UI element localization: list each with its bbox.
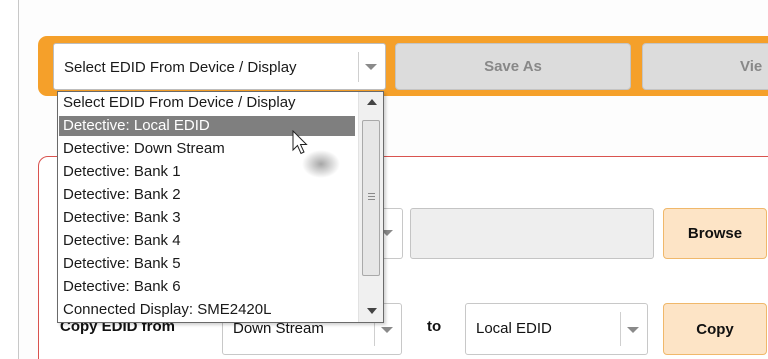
copy-to-select[interactable]: Local EDID xyxy=(465,303,648,355)
grip-icon xyxy=(368,193,375,194)
dropdown-option[interactable]: Detective: Bank 2 xyxy=(59,185,355,205)
edid-source-select[interactable]: Select EDID From Device / Display xyxy=(53,43,386,90)
edid-source-select-value: Select EDID From Device / Display xyxy=(64,59,297,76)
edid-manager-screen: Select EDID From Device / Display Save A… xyxy=(0,0,768,359)
edid-source-dropdown-list: Select EDID From Device / Display Detect… xyxy=(57,91,384,323)
dropdown-option[interactable]: Select EDID From Device / Display xyxy=(59,93,355,113)
dropdown-option[interactable]: Detective: Bank 4 xyxy=(59,231,355,251)
browse-button[interactable]: Browse xyxy=(663,208,767,259)
copy-button[interactable]: Copy xyxy=(663,303,767,355)
dropdown-option[interactable]: Detective: Bank 5 xyxy=(59,254,355,274)
dropdown-scrollbar[interactable] xyxy=(358,92,383,322)
scroll-up-arrow-icon[interactable] xyxy=(367,99,377,105)
chevron-down-icon[interactable] xyxy=(365,64,377,70)
to-label: to xyxy=(427,318,442,335)
scroll-down-arrow-icon[interactable] xyxy=(367,308,377,314)
view-button[interactable]: Vie xyxy=(642,43,768,90)
save-as-button[interactable]: Save As xyxy=(395,43,631,90)
file-path-field[interactable] xyxy=(410,208,654,259)
dropdown-option[interactable]: Detective: Bank 6 xyxy=(59,277,355,297)
copy-to-value: Local EDID xyxy=(476,320,552,337)
chevron-down-icon[interactable] xyxy=(381,327,393,333)
view-button-label: Vie xyxy=(740,58,763,75)
scrollbar-thumb[interactable] xyxy=(362,120,380,276)
dropdown-option[interactable]: Detective: Bank 3 xyxy=(59,208,355,228)
mouse-cursor-icon xyxy=(292,130,308,155)
select-divider xyxy=(358,52,359,82)
chevron-down-icon[interactable] xyxy=(627,327,639,333)
dropdown-option[interactable]: Connected Display: SME2420L xyxy=(59,300,355,320)
select-divider xyxy=(620,312,621,346)
